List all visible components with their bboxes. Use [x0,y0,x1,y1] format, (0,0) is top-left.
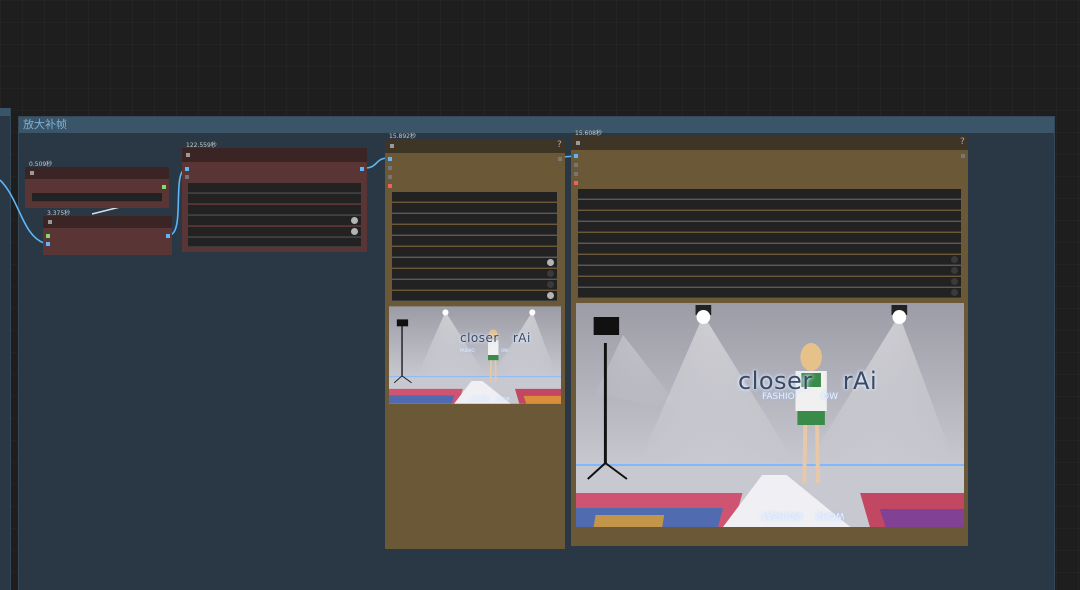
brand-suffix: rAi [512,331,531,345]
widget-row[interactable] [392,225,557,235]
widget-row[interactable] [392,236,557,246]
node-c-widget[interactable] [188,183,361,193]
widget-toggle[interactable] [392,280,557,290]
node-c-toggle[interactable] [188,216,361,226]
widget-row[interactable] [392,214,557,224]
node-c-widget[interactable] [188,238,361,247]
node-c-widget[interactable] [188,205,361,215]
node-a-widget[interactable] [32,193,162,202]
node-collapse-toggle[interactable] [576,141,580,145]
input-slot[interactable] [574,181,578,185]
node-b[interactable] [43,216,172,255]
widget-toggle[interactable] [392,258,557,268]
input-slot[interactable] [185,167,189,171]
input-slot[interactable] [46,242,50,246]
fashion-show-image [389,306,561,404]
widget-toggle[interactable] [392,269,557,279]
widget-row[interactable] [578,222,961,232]
widget-toggle[interactable] [578,255,961,265]
widget-row[interactable] [578,233,961,243]
brand-suffix: rAi [842,367,878,395]
output-slot[interactable] [558,157,562,161]
input-slot[interactable] [388,175,392,179]
brand-text: closer [738,367,813,395]
floor-text-left: FASHION [471,396,489,401]
brand-subtitle-right: OW [822,392,838,402]
input-slot[interactable] [574,154,578,158]
toggle-knob[interactable] [547,292,554,299]
input-slot[interactable] [574,163,578,167]
widget-toggle[interactable] [392,291,557,301]
node-collapse-toggle[interactable] [48,220,52,224]
output-slot[interactable] [162,185,166,189]
toggle-knob[interactable] [951,256,958,263]
floor-text-right: SHOW [497,396,510,401]
node-c-widget[interactable] [188,194,361,204]
output-slot[interactable] [166,234,170,238]
fashion-show-image [576,303,964,527]
node-collapse-toggle[interactable] [30,171,34,175]
input-slot[interactable] [388,157,392,161]
help-icon[interactable]: ? [960,137,965,147]
toggle-knob[interactable] [951,267,958,274]
node-a[interactable] [25,167,169,208]
widget-toggle[interactable] [578,288,961,298]
node-c[interactable] [182,148,367,252]
widget-toggle[interactable] [578,266,961,276]
node-c-toggle[interactable] [188,227,361,237]
node-collapse-toggle[interactable] [186,153,190,157]
output-slot[interactable] [360,167,364,171]
widget-row[interactable] [578,189,961,199]
widget-row[interactable] [578,200,961,210]
toggle-knob[interactable] [351,217,358,224]
brand-subtitle-left: FASHIO [460,348,475,353]
floor-text-left: FASHION [762,510,802,520]
video-preview-large[interactable]: closer rAi FASHIO OW FASHION SHOW [576,303,964,527]
brand-subtitle-left: FASHIO [762,392,795,402]
widget-row[interactable] [392,203,557,213]
toggle-knob[interactable] [951,289,958,296]
widget-row[interactable] [392,192,557,202]
brand-subtitle-right: OW [501,348,509,353]
input-slot[interactable] [388,184,392,188]
help-icon[interactable]: ? [557,140,562,150]
brand-text: closer [460,331,499,345]
output-slot[interactable] [961,154,965,158]
toggle-knob[interactable] [547,281,554,288]
toggle-knob[interactable] [351,228,358,235]
widget-row[interactable] [578,244,961,254]
widget-toggle[interactable] [578,277,961,287]
video-preview-small[interactable]: closer rAi FASHIO OW FASHION SHOW [389,305,561,405]
toggle-knob[interactable] [951,278,958,285]
input-slot[interactable] [185,175,189,179]
input-slot[interactable] [574,172,578,176]
input-slot[interactable] [388,166,392,170]
node-collapse-toggle[interactable] [390,144,394,148]
widget-row[interactable] [578,211,961,221]
toggle-knob[interactable] [547,259,554,266]
widget-row[interactable] [392,247,557,257]
floor-text-right: SHOW [816,510,845,520]
input-slot[interactable] [46,234,50,238]
toggle-knob[interactable] [547,270,554,277]
